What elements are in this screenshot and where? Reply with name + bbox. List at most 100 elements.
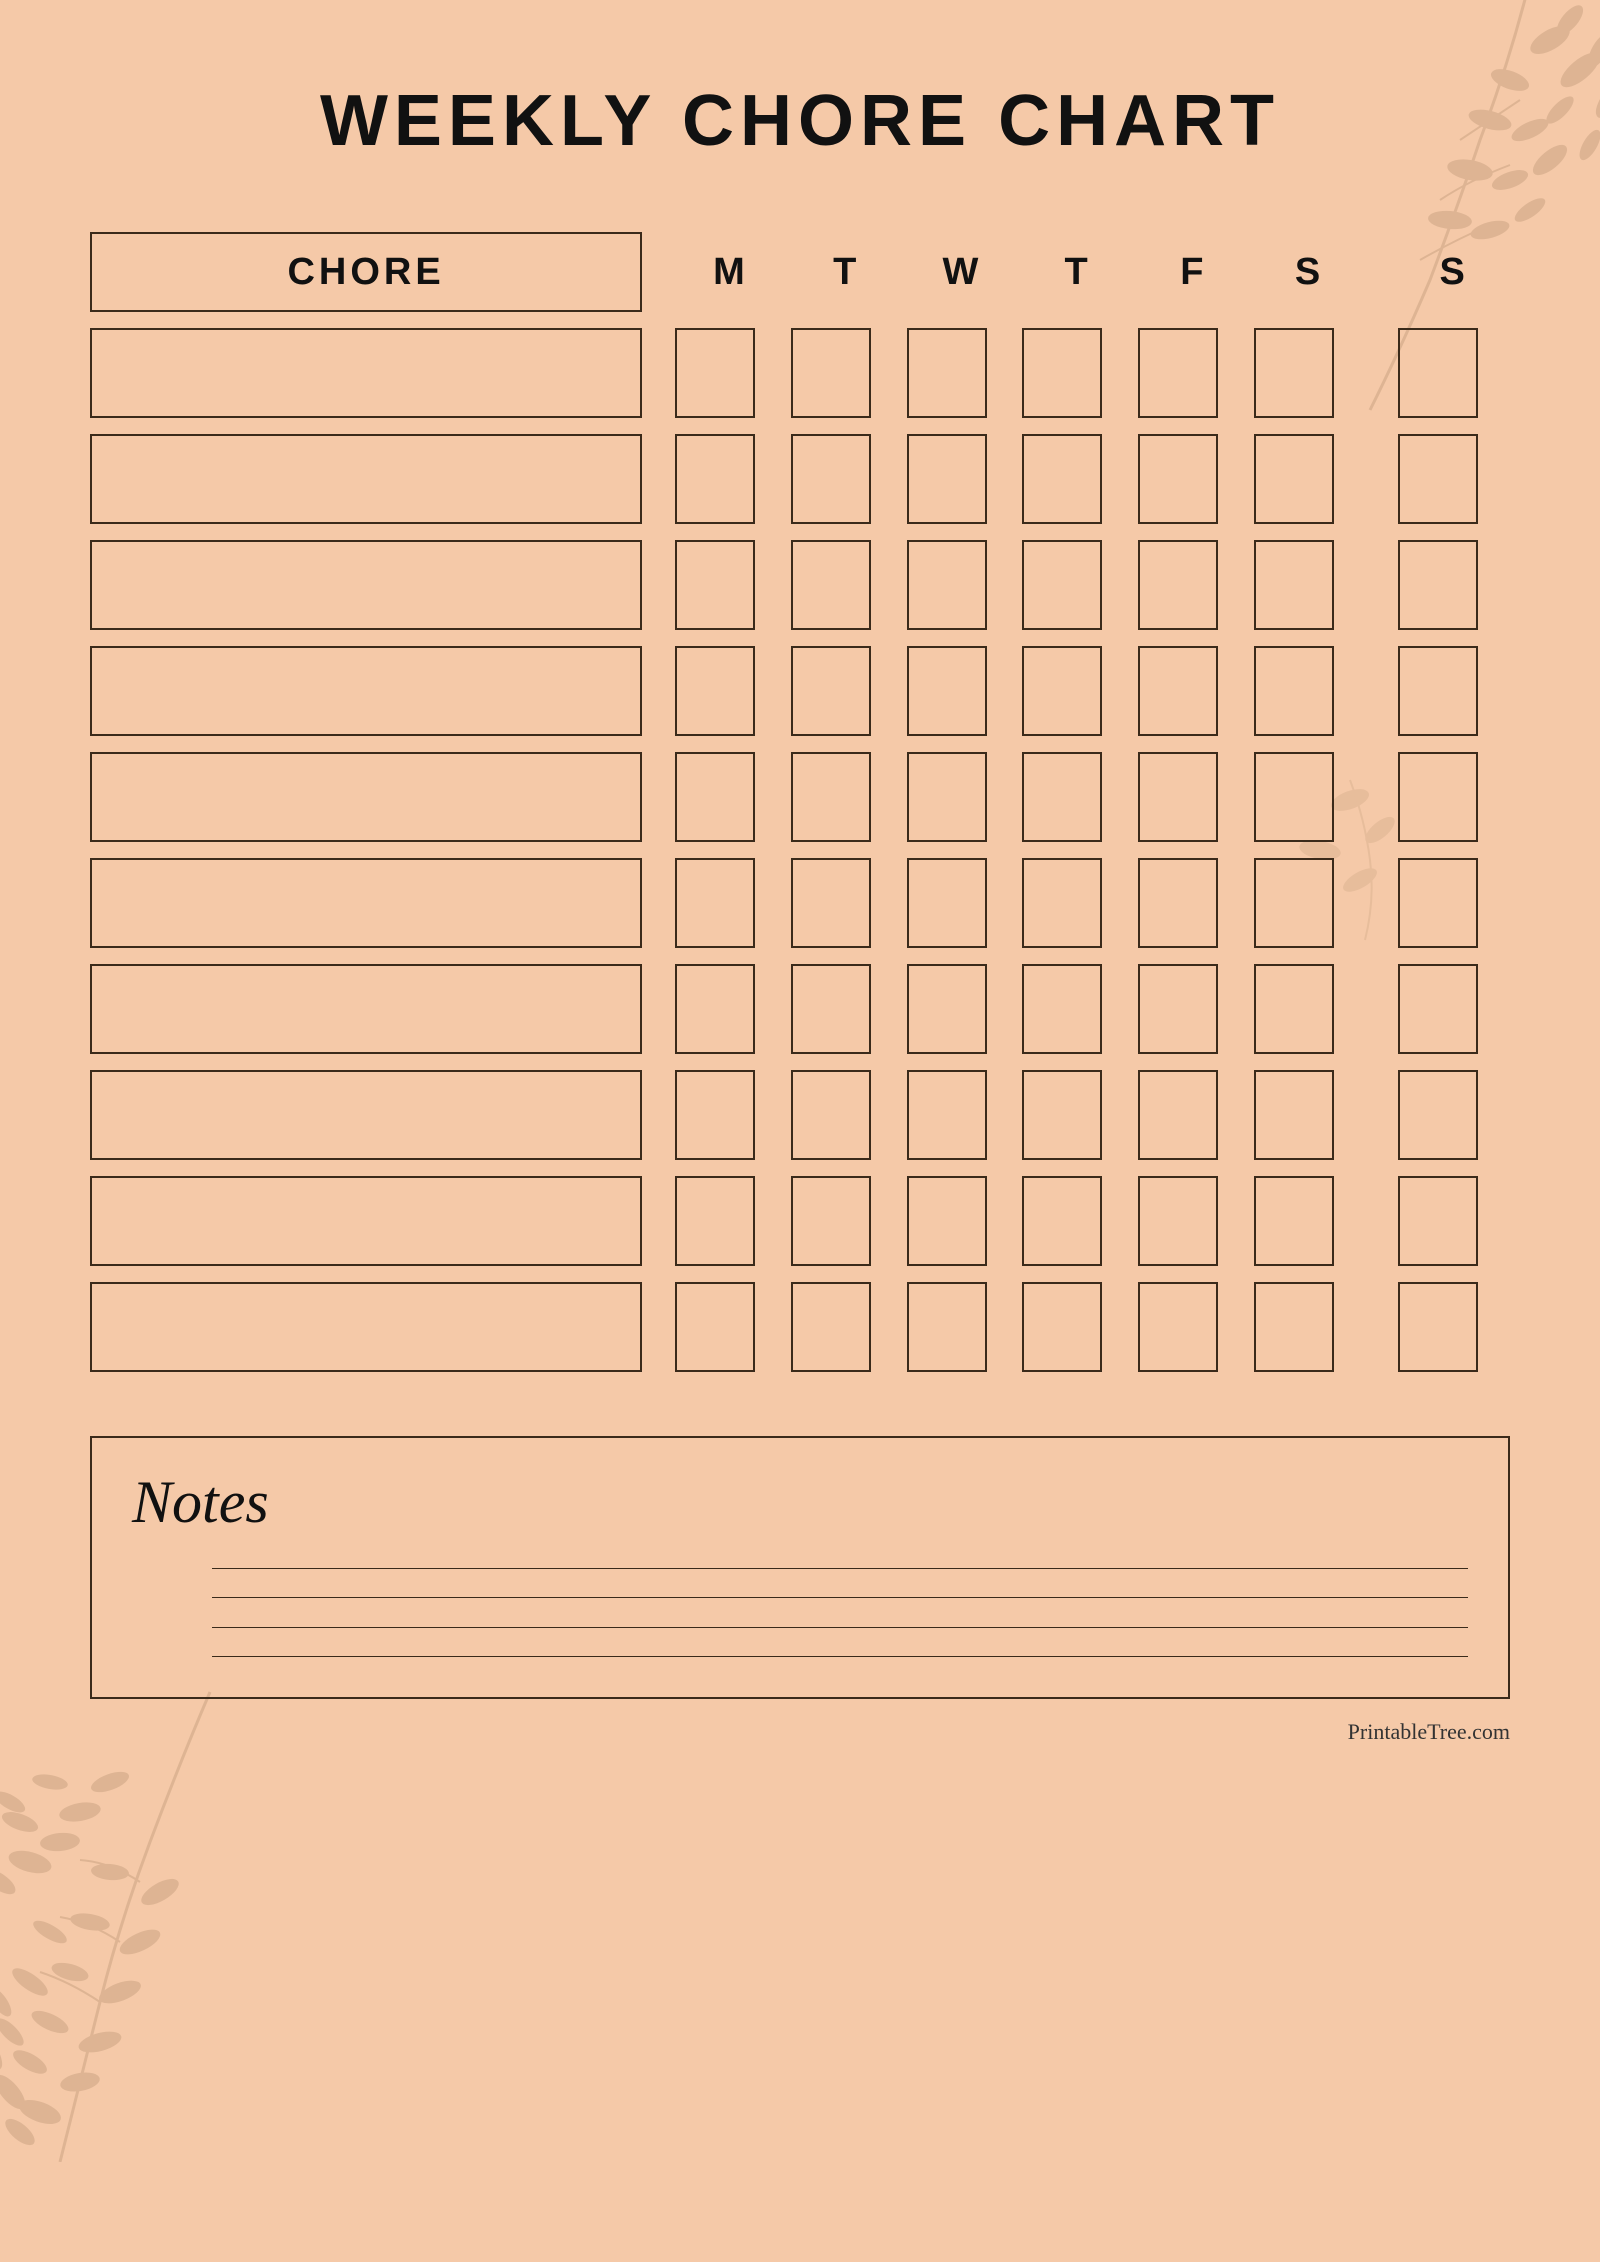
chore-cell-8[interactable] [90, 1066, 642, 1164]
day-cell-row9-fri[interactable] [1134, 1172, 1250, 1270]
day-cell-row4-sat[interactable] [1250, 642, 1366, 740]
day-cell-row3-tue[interactable] [787, 536, 903, 634]
chore-cell-3[interactable] [90, 536, 642, 634]
day-cell-row3-sat[interactable] [1250, 536, 1366, 634]
day-cell-row7-mon[interactable] [671, 960, 787, 1058]
day-cell-row1-mon[interactable] [671, 324, 787, 422]
day-cell-row6-mon[interactable] [671, 854, 787, 952]
day-cell-row7-sun[interactable] [1394, 960, 1510, 1058]
day-cell-inner-row6-mon [675, 858, 755, 948]
day-cell-row9-mon[interactable] [671, 1172, 787, 1270]
day-cell-inner-row1-sun [1398, 328, 1478, 418]
day-cell-row5-thu[interactable] [1018, 748, 1134, 846]
day-cell-inner-row10-thu [1022, 1282, 1102, 1372]
chore-cell-2[interactable] [90, 430, 642, 528]
day-cell-row2-fri[interactable] [1134, 430, 1250, 528]
day-cell-inner-row1-sat [1254, 328, 1334, 418]
day-cell-row6-sun[interactable] [1394, 854, 1510, 952]
day-cell-row6-wed[interactable] [903, 854, 1019, 952]
day-cell-inner-row10-tue [791, 1282, 871, 1372]
day-cell-row2-wed[interactable] [903, 430, 1019, 528]
table-row [90, 324, 1510, 422]
day-cell-row9-thu[interactable] [1018, 1172, 1134, 1270]
day-cell-row9-wed[interactable] [903, 1172, 1019, 1270]
day-cell-row7-wed[interactable] [903, 960, 1019, 1058]
chore-cell-9[interactable] [90, 1172, 642, 1270]
row-spacer [90, 422, 1510, 430]
day-cell-inner-row9-thu [1022, 1176, 1102, 1266]
day-cell-row10-sat[interactable] [1250, 1278, 1366, 1376]
day-cell-row2-tue[interactable] [787, 430, 903, 528]
day-cell-row1-fri[interactable] [1134, 324, 1250, 422]
day-cell-row3-fri[interactable] [1134, 536, 1250, 634]
day-cell-row5-sun[interactable] [1394, 748, 1510, 846]
day-cell-row7-fri[interactable] [1134, 960, 1250, 1058]
day-cell-row4-fri[interactable] [1134, 642, 1250, 740]
gap-cell-2 [1365, 1278, 1394, 1376]
day-cell-row4-mon[interactable] [671, 642, 787, 740]
chore-cell-4[interactable] [90, 642, 642, 740]
day-cell-row5-fri[interactable] [1134, 748, 1250, 846]
chore-cell-inner-6 [90, 858, 642, 948]
day-cell-row10-tue[interactable] [787, 1278, 903, 1376]
day-cell-row2-sat[interactable] [1250, 430, 1366, 528]
day-cell-row8-mon[interactable] [671, 1066, 787, 1164]
day-cell-row6-sat[interactable] [1250, 854, 1366, 952]
day-cell-row4-tue[interactable] [787, 642, 903, 740]
day-cell-row3-sun[interactable] [1394, 536, 1510, 634]
day-cell-row10-wed[interactable] [903, 1278, 1019, 1376]
day-cell-row6-fri[interactable] [1134, 854, 1250, 952]
day-cell-row8-tue[interactable] [787, 1066, 903, 1164]
day-cell-row1-sat[interactable] [1250, 324, 1366, 422]
day-cell-row2-mon[interactable] [671, 430, 787, 528]
day-cell-row8-sat[interactable] [1250, 1066, 1366, 1164]
day-cell-inner-row3-sun [1398, 540, 1478, 630]
day-cell-row3-thu[interactable] [1018, 536, 1134, 634]
table-row [90, 1172, 1510, 1270]
day-cell-row6-tue[interactable] [787, 854, 903, 952]
day-cell-inner-row5-sat [1254, 752, 1334, 842]
day-cell-row7-thu[interactable] [1018, 960, 1134, 1058]
day-cell-row9-sat[interactable] [1250, 1172, 1366, 1270]
chore-cell-inner-4 [90, 646, 642, 736]
day-cell-inner-row7-sat [1254, 964, 1334, 1054]
day-cell-inner-row3-mon [675, 540, 755, 630]
day-cell-row3-mon[interactable] [671, 536, 787, 634]
day-cell-row4-sun[interactable] [1394, 642, 1510, 740]
day-cell-row3-wed[interactable] [903, 536, 1019, 634]
day-cell-row1-tue[interactable] [787, 324, 903, 422]
chore-cell-inner-1 [90, 328, 642, 418]
chore-cell-1[interactable] [90, 324, 642, 422]
day-cell-row2-thu[interactable] [1018, 430, 1134, 528]
day-cell-row10-mon[interactable] [671, 1278, 787, 1376]
chore-cell-7[interactable] [90, 960, 642, 1058]
day-cell-row10-thu[interactable] [1018, 1278, 1134, 1376]
day-cell-row2-sun[interactable] [1394, 430, 1510, 528]
day-cell-row1-thu[interactable] [1018, 324, 1134, 422]
day-cell-row5-sat[interactable] [1250, 748, 1366, 846]
chore-cell-5[interactable] [90, 748, 642, 846]
day-cell-row10-sun[interactable] [1394, 1278, 1510, 1376]
day-cell-row10-fri[interactable] [1134, 1278, 1250, 1376]
notes-title: Notes [132, 1468, 1468, 1537]
day-cell-row4-wed[interactable] [903, 642, 1019, 740]
day-cell-row5-tue[interactable] [787, 748, 903, 846]
day-cell-row6-thu[interactable] [1018, 854, 1134, 952]
main-content: WEEKLY CHORE CHART [90, 80, 1510, 1745]
day-cell-row5-mon[interactable] [671, 748, 787, 846]
day-cell-row7-sat[interactable] [1250, 960, 1366, 1058]
day-cell-row8-wed[interactable] [903, 1066, 1019, 1164]
day-cell-row8-sun[interactable] [1394, 1066, 1510, 1164]
day-cell-row9-sun[interactable] [1394, 1172, 1510, 1270]
day-cell-row8-thu[interactable] [1018, 1066, 1134, 1164]
day-cell-row5-wed[interactable] [903, 748, 1019, 846]
chore-cell-10[interactable] [90, 1278, 642, 1376]
day-cell-inner-row9-sat [1254, 1176, 1334, 1266]
day-cell-row9-tue[interactable] [787, 1172, 903, 1270]
day-cell-row1-wed[interactable] [903, 324, 1019, 422]
day-cell-row8-fri[interactable] [1134, 1066, 1250, 1164]
chore-cell-6[interactable] [90, 854, 642, 952]
day-cell-row1-sun[interactable] [1394, 324, 1510, 422]
day-cell-row7-tue[interactable] [787, 960, 903, 1058]
day-cell-row4-thu[interactable] [1018, 642, 1134, 740]
